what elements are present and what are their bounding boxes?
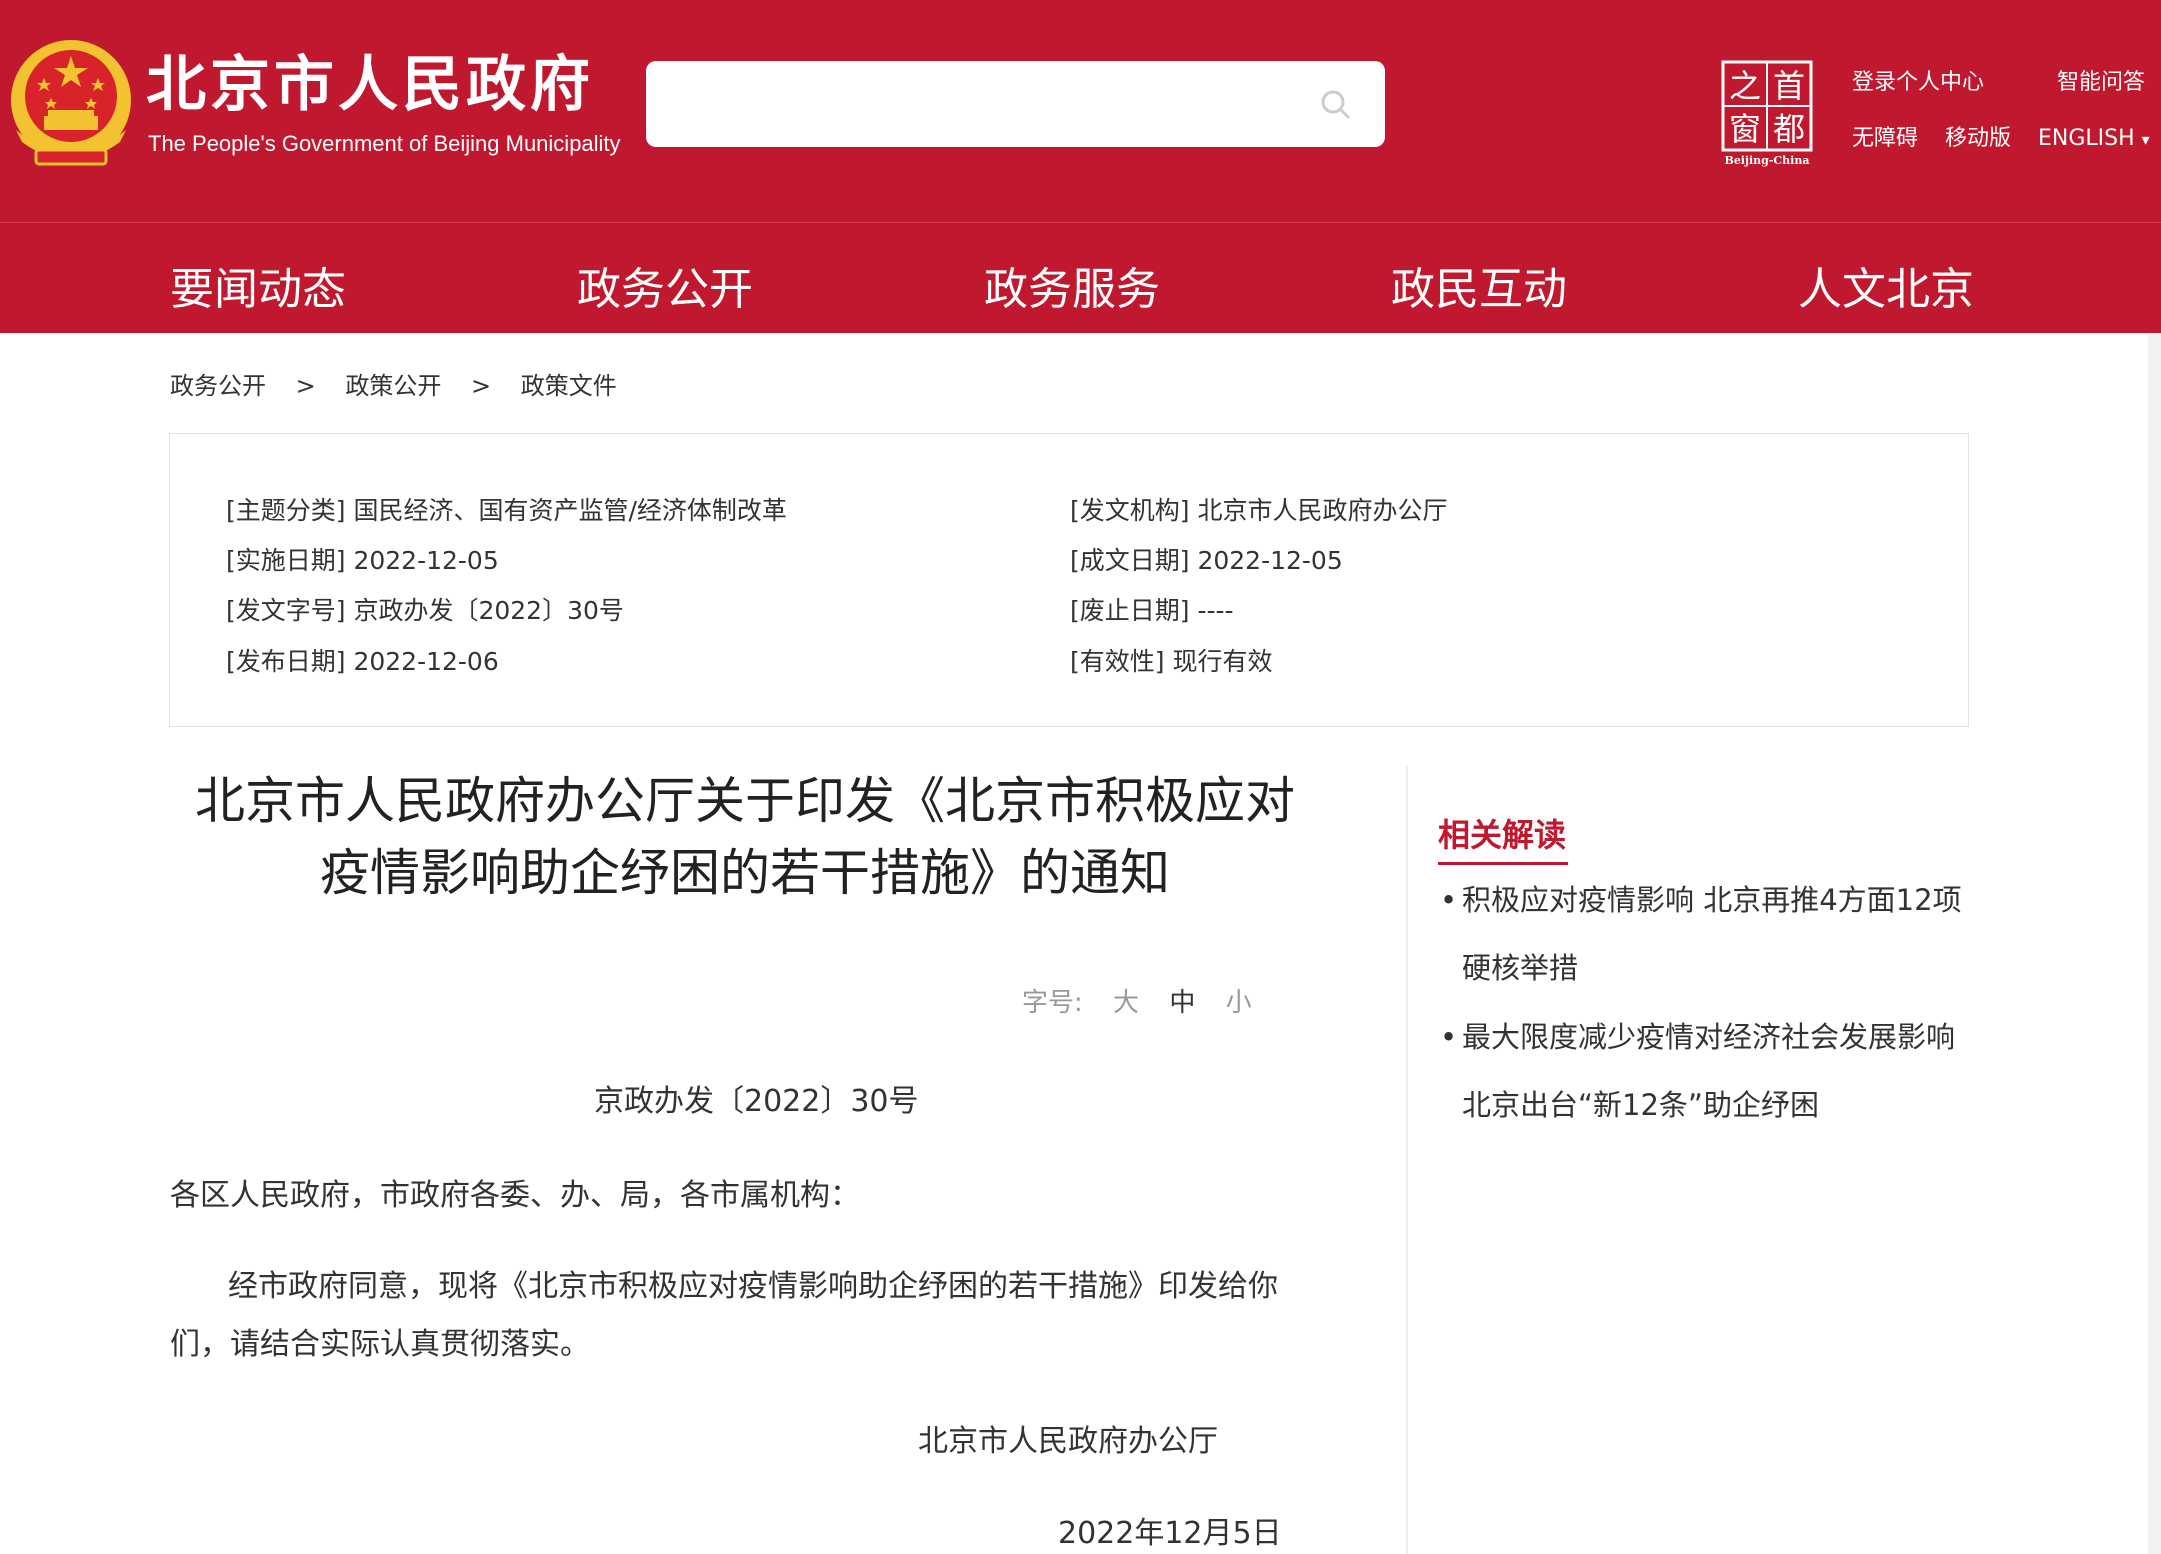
font-size-label: 字号: <box>1022 988 1083 1018</box>
related-link[interactable]: • 最大限度减少疫情对经济社会发展影响 北京出台“新12条”助企纾困 <box>1440 1003 1970 1139</box>
font-size-medium-button[interactable]: 中 <box>1169 988 1195 1018</box>
site-subtitle: The People's Government of Beijing Munic… <box>148 131 621 156</box>
capital-window-logo[interactable]: 之 首 窗 都 Beijing-China <box>1718 60 1818 168</box>
bullet: • <box>1440 1020 1458 1054</box>
signature-org: 北京市人民政府办公厅 <box>918 1424 1218 1459</box>
main-nav: 要闻动态 政务公开 政务服务 政民互动 人文北京 <box>0 222 2161 333</box>
logo-char: 首 <box>1773 67 1805 105</box>
bullet: • <box>1440 883 1458 917</box>
logo-char: 之 <box>1729 67 1761 105</box>
related-link-text: 最大限度减少疫情对经济社会发展影响 北京出台“新12条”助企纾困 <box>1462 1020 1956 1122</box>
national-emblem-icon <box>11 40 131 166</box>
breadcrumb-item[interactable]: 政策公开 <box>345 372 441 400</box>
breadcrumb-separator: > <box>295 372 316 400</box>
related-title: 相关解读 <box>1438 816 1567 854</box>
related-title-underline <box>1438 862 1568 865</box>
article-doc-number: 京政办发〔2022〕30号 <box>594 1084 919 1119</box>
page-scrollbar[interactable] <box>2148 334 2161 1554</box>
document-meta-box: [主题分类] 国民经济、国有资产监管/经济体制改革 [发文机构] 北京市人民政府… <box>169 433 1969 727</box>
article-title-line: 北京市人民政府办公厅关于印发《北京市积极应对 <box>195 772 1295 830</box>
article-title-line: 疫情影响助企纾困的若干措施》的通知 <box>320 844 1170 902</box>
meta-effective-date: [实施日期] 2022-12-05 <box>226 546 499 575</box>
meta-topic: [主题分类] 国民经济、国有资产监管/经济体制改革 <box>226 496 787 525</box>
english-link[interactable]: ENGLISH ▾ <box>2038 126 2150 151</box>
signature-date: 2022年12月5日 <box>1058 1516 1282 1551</box>
site-header: 北京市人民政府 The People's Government of Beiji… <box>0 0 2161 222</box>
related-link[interactable]: • 积极应对疫情影响 北京再推4方面12项硬核举措 <box>1440 866 1970 1002</box>
capital-window-icon: 之 首 窗 都 Beijing-China <box>1721 60 1813 167</box>
article-title: 北京市人民政府办公厅关于印发《北京市积极应对 疫情影响助企纾困的若干措施》的通知 <box>170 765 1320 909</box>
font-size-switcher: 字号: 大 中 小 <box>1022 982 1274 1019</box>
breadcrumb-separator: > <box>471 372 492 400</box>
search-input[interactable] <box>646 61 1385 147</box>
nav-item-interaction[interactable]: 政民互动 <box>1391 253 1567 317</box>
chevron-down-icon: ▾ <box>2141 130 2150 149</box>
accessibility-link[interactable]: 无障碍 <box>1852 120 1918 152</box>
logo-char: 窗 <box>1729 110 1761 148</box>
nav-item-humanities[interactable]: 人文北京 <box>1798 253 1974 317</box>
nav-item-gov-affairs-open[interactable]: 政务公开 <box>577 253 753 317</box>
meta-doc-number: [发文字号] 京政办发〔2022〕30号 <box>226 596 624 625</box>
search-icon[interactable] <box>1319 88 1351 120</box>
meta-written-date: [成文日期] 2022-12-05 <box>1070 546 1343 575</box>
nav-item-news[interactable]: 要闻动态 <box>170 253 346 317</box>
font-size-small-button[interactable]: 小 <box>1226 988 1252 1018</box>
logo-caption: Beijing-China <box>1725 154 1810 167</box>
site-title[interactable]: 北京市人民政府 <box>146 50 594 120</box>
breadcrumb-item[interactable]: 政策文件 <box>521 372 617 400</box>
column-divider <box>1406 765 1408 1554</box>
meta-issuer: [发文机构] 北京市人民政府办公厅 <box>1070 496 1448 525</box>
meta-repeal-date: [废止日期] ---- <box>1070 596 1234 625</box>
english-label: ENGLISH <box>2038 126 2135 151</box>
nav-item-gov-services[interactable]: 政务服务 <box>984 253 1160 317</box>
breadcrumb: 政务公开 > 政策公开 > 政策文件 <box>170 366 639 401</box>
breadcrumb-item[interactable]: 政务公开 <box>170 372 266 400</box>
article-recipients: 各区人民政府，市政府各委、办、局，各市属机构： <box>170 1178 860 1213</box>
mobile-link[interactable]: 移动版 <box>1945 120 2011 152</box>
login-link[interactable]: 登录个人中心 <box>1852 64 1984 96</box>
article-body: 经市政府同意，现将《北京市积极应对疫情影响助企纾困的若干措施》印发给你们，请结合… <box>170 1269 1278 1362</box>
related-link-text: 积极应对疫情影响 北京再推4方面12项硬核举措 <box>1462 883 1962 985</box>
smart-qa-link[interactable]: 智能问答 <box>2057 64 2145 96</box>
meta-publish-date: [发布日期] 2022-12-06 <box>226 647 499 676</box>
meta-validity: [有效性] 现行有效 <box>1070 647 1273 676</box>
font-size-large-button[interactable]: 大 <box>1113 988 1139 1018</box>
logo-char: 都 <box>1773 110 1805 148</box>
